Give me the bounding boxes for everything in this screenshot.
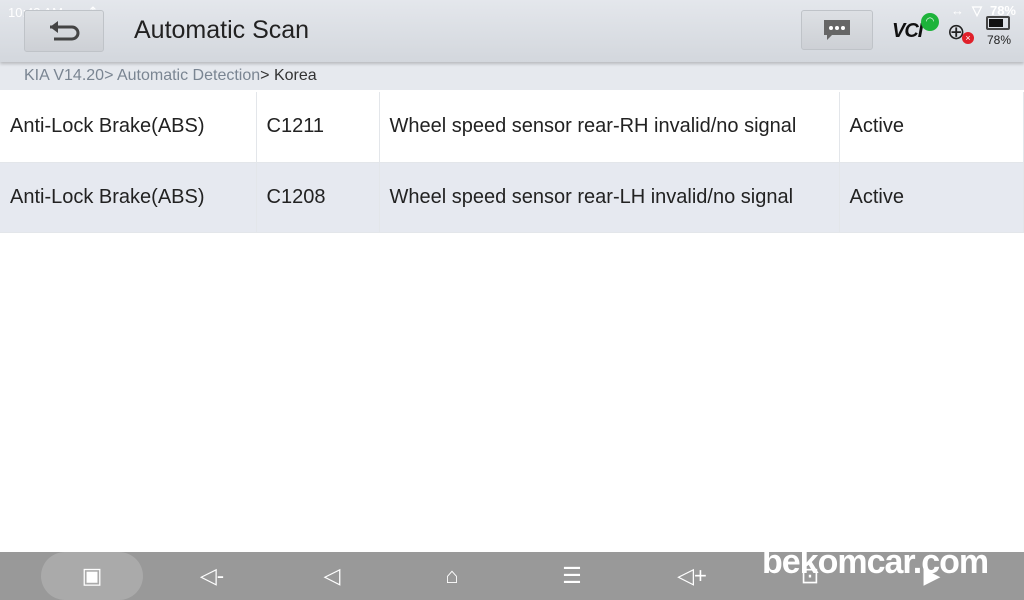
message-button[interactable] [801, 10, 873, 50]
screenshot-icon[interactable]: ▣ [72, 563, 112, 589]
disconnected-icon: × [962, 32, 974, 44]
battery-icon [986, 16, 1010, 30]
battery-percent: 78% [987, 33, 1012, 47]
volume-up-icon[interactable]: ◁+ [672, 563, 712, 589]
page-title: Automatic Scan [134, 16, 310, 44]
breadcrumb-item[interactable]: KIA V14.20> [24, 67, 117, 84]
system-cell: Anti-Lock Brake(ABS) [0, 162, 257, 232]
dtc-table: Anti-Lock Brake(ABS) C1211 Wheel speed s… [0, 92, 1024, 233]
vci-wifi-icon: ◠ [921, 13, 939, 31]
table-row[interactable]: Anti-Lock Brake(ABS) C1208 Wheel speed s… [0, 162, 1024, 232]
system-cell: Anti-Lock Brake(ABS) [0, 92, 257, 162]
description-cell: Wheel speed sensor rear-RH invalid/no si… [379, 92, 840, 162]
status-cell: Active [839, 92, 1024, 162]
back-icon[interactable]: ◁ [312, 563, 352, 589]
description-cell: Wheel speed sensor rear-LH invalid/no si… [379, 162, 840, 232]
code-cell: C1208 [256, 162, 380, 232]
wifi-status-icon: ▽ [971, 3, 982, 18]
volume-down-icon[interactable]: ◁- [192, 563, 232, 589]
home-icon[interactable]: ⌂ [432, 563, 472, 589]
back-button[interactable] [24, 10, 104, 52]
code-cell: C1211 [256, 92, 380, 162]
menu-icon[interactable]: ☰ [552, 563, 592, 589]
table-row[interactable]: Anti-Lock Brake(ABS) C1211 Wheel speed s… [0, 92, 1024, 162]
breadcrumb-item[interactable]: Automatic Detection [117, 67, 260, 84]
link-icon: ↔ [950, 3, 964, 18]
back-arrow-icon [50, 21, 80, 41]
status-cell: Active [839, 162, 1024, 232]
breadcrumb: KIA V14.20> Automatic Detection> Korea [0, 62, 1024, 90]
breadcrumb-current: > Korea [260, 67, 317, 84]
watermark: bekomcar.com [762, 543, 989, 581]
vci-label: VCI [892, 20, 923, 42]
chat-icon [824, 20, 850, 40]
header: 10:43 AM ▪ ↥ ↔ ▽ 78% Automatic Scan VCI … [0, 0, 1024, 62]
